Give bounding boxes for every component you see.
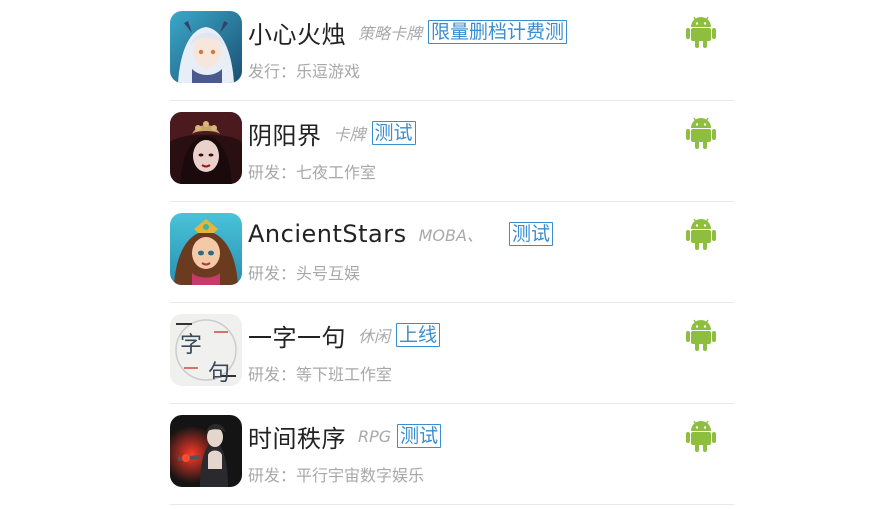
game-cover-image	[170, 213, 242, 285]
developer-label: 研发：	[248, 466, 297, 485]
title-line: 阴阳界 卡牌 测试	[248, 116, 416, 151]
game-name[interactable]: 一字一句	[248, 318, 346, 353]
status-badge: 测试	[508, 222, 553, 246]
title-line: 一字一句 休闲 上线	[248, 318, 441, 353]
android-icon[interactable]	[686, 14, 716, 48]
game-thumbnail[interactable]	[170, 415, 242, 487]
game-genre: MOBA、	[418, 226, 483, 245]
game-genre: 休闲	[358, 327, 391, 346]
developer-line: 研发：头号互娱	[248, 260, 360, 284]
developer-value: 七夜工作室	[296, 163, 377, 182]
developer-value: 平行宇宙数字娱乐	[296, 466, 425, 485]
game-genre: 卡牌	[333, 125, 366, 144]
list-item[interactable]: 小心火烛 策略卡牌 限量删档计费测 发行：乐逗游戏	[170, 0, 734, 101]
developer-label: 研发：	[248, 163, 297, 182]
game-name[interactable]: 阴阳界	[248, 116, 322, 151]
status-badge: 限量删档计费测	[428, 20, 568, 44]
game-genre: RPG	[358, 426, 392, 446]
game-cover-image: 字 句	[170, 314, 242, 386]
game-thumbnail[interactable]	[170, 213, 242, 285]
android-icon[interactable]	[686, 115, 716, 149]
developer-line: 研发：七夜工作室	[248, 159, 376, 183]
game-thumbnail[interactable]	[170, 11, 242, 83]
game-cover-image	[170, 112, 242, 184]
developer-line: 研发：等下班工作室	[248, 361, 392, 385]
developer-label: 研发：	[248, 365, 297, 384]
list-item[interactable]: 字 句 一字一句 休闲 上线 研发：等下班工作室	[170, 303, 734, 404]
publisher-value: 乐逗游戏	[296, 62, 361, 81]
game-genre: 策略卡牌	[358, 24, 423, 43]
android-icon[interactable]	[686, 418, 716, 452]
status-badge: 测试	[371, 121, 416, 145]
status-badge: 测试	[397, 424, 442, 448]
game-cover-image	[170, 11, 242, 83]
title-line: AncientStars MOBA、 测试	[248, 218, 553, 250]
title-line: 小心火烛 策略卡牌 限量删档计费测	[248, 15, 568, 50]
logo-text-top: 字	[180, 333, 202, 358]
developer-label: 研发：	[248, 264, 297, 283]
list-item[interactable]: 阴阳界 卡牌 测试 研发：七夜工作室	[170, 101, 734, 202]
game-name[interactable]: 时间秩序	[248, 419, 346, 454]
developer-value: 等下班工作室	[296, 365, 393, 384]
android-icon[interactable]	[686, 216, 716, 250]
developer-value: 头号互娱	[296, 264, 361, 283]
game-list: 小心火烛 策略卡牌 限量删档计费测 发行：乐逗游戏 阴阳界 卡牌 测试 研发：七…	[170, 0, 734, 505]
developer-line: 研发：平行宇宙数字娱乐	[248, 462, 424, 486]
game-name[interactable]: 小心火烛	[248, 15, 346, 50]
list-item[interactable]: AncientStars MOBA、 测试 研发：头号互娱	[170, 202, 734, 303]
game-cover-image	[170, 415, 242, 487]
list-item[interactable]: 时间秩序 RPG 测试 研发：平行宇宙数字娱乐	[170, 404, 734, 505]
android-icon[interactable]	[686, 317, 716, 351]
game-thumbnail[interactable]	[170, 112, 242, 184]
status-badge: 上线	[396, 323, 441, 347]
publisher-label: 发行：	[248, 62, 297, 81]
game-name[interactable]: AncientStars	[248, 220, 407, 248]
title-line: 时间秩序 RPG 测试	[248, 419, 442, 454]
publisher-line: 发行：乐逗游戏	[248, 58, 360, 82]
game-thumbnail[interactable]: 字 句	[170, 314, 242, 386]
logo-text-bottom: 句	[208, 361, 230, 386]
